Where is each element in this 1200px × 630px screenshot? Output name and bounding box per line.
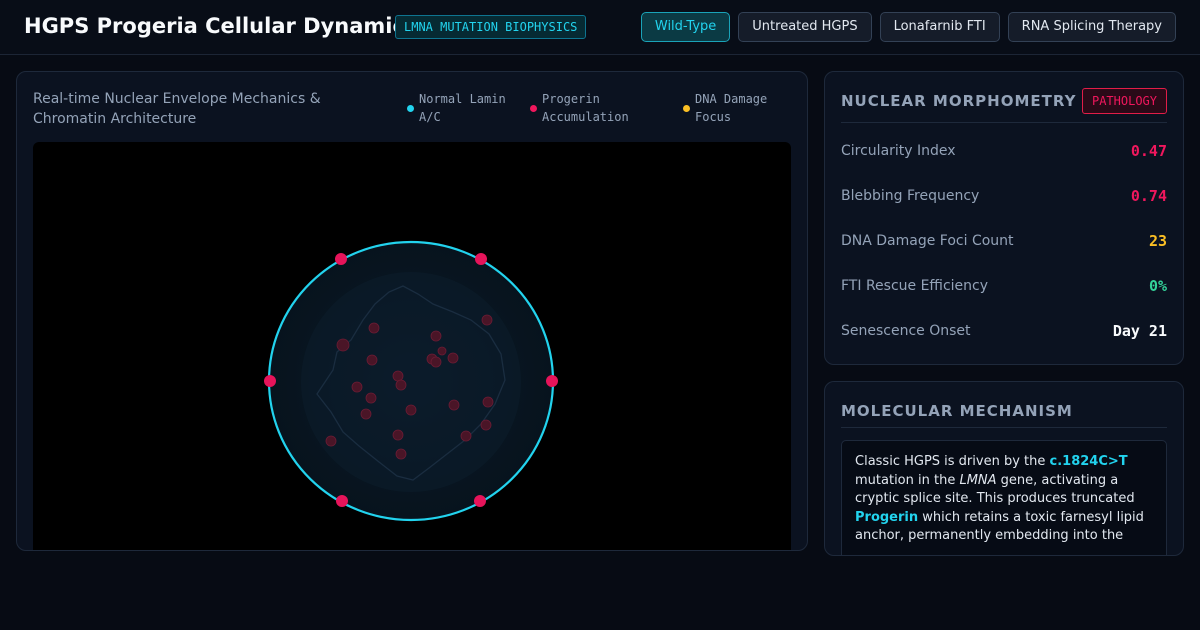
tab-wild-type[interactable]: Wild-Type xyxy=(640,12,731,42)
legend-dot-icon xyxy=(530,105,537,112)
legend-dot-icon xyxy=(683,105,690,112)
legend-dna-damage: DNA Damage Focus xyxy=(683,90,798,126)
nucleoplasm xyxy=(301,272,521,492)
tab-rna-splicing-therapy[interactable]: RNA Splicing Therapy xyxy=(1007,12,1176,42)
gene-name: LMNA xyxy=(959,472,997,488)
nucleus-visualization xyxy=(264,240,558,522)
pathology-badge: PATHOLOGY xyxy=(1081,88,1167,114)
divider xyxy=(841,122,1167,123)
morphometry-panel: NUCLEAR MORPHOMETRY PATHOLOGY Circularit… xyxy=(824,71,1184,365)
metric-label-senescence: Senescence Onset xyxy=(841,323,971,339)
metric-value-dna-foci: 23 xyxy=(1148,232,1167,250)
metric-label-fti-rescue: FTI Rescue Efficiency xyxy=(841,278,989,294)
legend-dot-icon xyxy=(407,105,414,112)
visualization-panel: Real-time Nuclear Envelope Mechanics & C… xyxy=(16,71,808,551)
mutation-highlight: c.1824C>T xyxy=(1049,454,1128,469)
condition-tabs: Wild-Type Untreated HGPS Lonafarnib FTI … xyxy=(640,12,1176,42)
legend-normal-lamin: Normal Lamin A/C xyxy=(407,90,522,126)
metric-value-fti-rescue: 0% xyxy=(1148,277,1167,295)
metric-label-circularity: Circularity Index xyxy=(841,143,956,159)
app-header: HGPS Progeria Cellular Dynamics LMNA MUT… xyxy=(0,0,1200,55)
mechanism-panel: MOLECULAR MECHANISM Classic HGPS is driv… xyxy=(824,381,1184,556)
mechanism-text: Classic HGPS is driven by the xyxy=(855,454,1050,469)
tab-untreated-hgps[interactable]: Untreated HGPS xyxy=(738,12,872,42)
mechanism-title: MOLECULAR MECHANISM xyxy=(841,402,1073,420)
mutation-badge: LMNA MUTATION BIOPHYSICS xyxy=(395,15,587,39)
legend-progerin: Progerin Accumulation xyxy=(530,90,680,126)
protein-highlight: Progerin xyxy=(855,509,919,525)
divider xyxy=(841,427,1167,428)
nucleus-canvas[interactable] xyxy=(33,142,791,550)
metric-value-circularity: 0.47 xyxy=(1130,142,1167,160)
metric-value-blebbing: 0.74 xyxy=(1130,187,1167,205)
metric-label-blebbing: Blebbing Frequency xyxy=(841,188,980,204)
tab-lonafarnib-fti[interactable]: Lonafarnib FTI xyxy=(879,12,1000,42)
visualization-title: Real-time Nuclear Envelope Mechanics & C… xyxy=(33,91,321,127)
mechanism-description: Classic HGPS is driven by the c.1824C>T … xyxy=(841,440,1167,555)
page-title: HGPS Progeria Cellular Dynamics xyxy=(24,14,418,38)
morphometry-title: NUCLEAR MORPHOMETRY xyxy=(841,92,1077,110)
metric-value-senescence: Day 21 xyxy=(1112,322,1167,340)
mechanism-text: mutation in the xyxy=(855,472,960,488)
metric-label-dna-foci: DNA Damage Foci Count xyxy=(841,233,1014,249)
